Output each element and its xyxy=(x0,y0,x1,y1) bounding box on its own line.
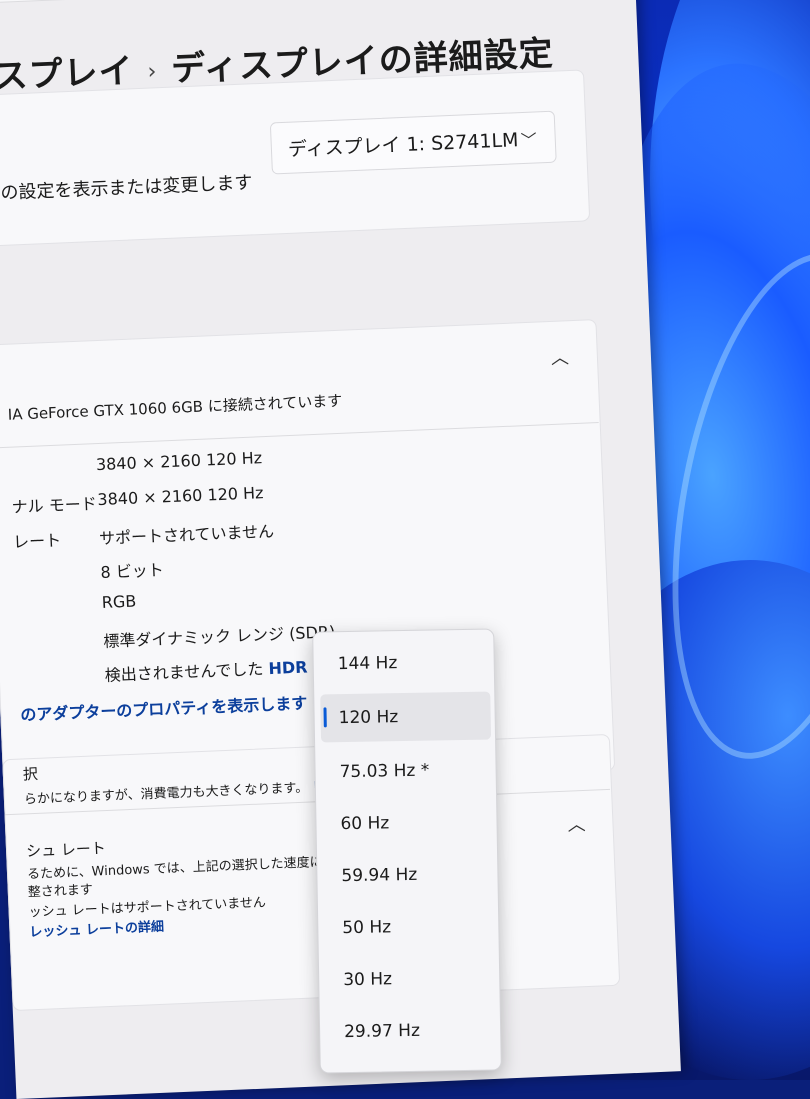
display-dropdown-value: ディスプレイ 1: S2741LM xyxy=(287,129,519,161)
refresh-option[interactable]: 50 Hz xyxy=(324,901,495,952)
refresh-option[interactable]: 60 Hz xyxy=(322,798,493,849)
refresh-option[interactable]: 144 Hz xyxy=(319,638,490,689)
dynamic-refresh-desc: 整されます xyxy=(27,882,94,901)
refresh-option[interactable]: 75.03 Hz * xyxy=(321,746,492,797)
info-row-value: RGB xyxy=(101,591,137,613)
info-row-label: レート xyxy=(12,530,62,552)
refresh-option[interactable]: 59.94 Hz xyxy=(323,849,494,900)
dynamic-refresh-title: シュ レート xyxy=(25,839,107,861)
refresh-option-selected[interactable]: 120 Hz xyxy=(320,691,492,743)
chevron-down-icon: ﹀ xyxy=(520,130,538,151)
search-box[interactable] xyxy=(0,0,273,4)
chevron-up-icon[interactable]: ︿ xyxy=(550,343,570,370)
info-row-value: 8 ビット xyxy=(100,560,165,583)
refresh-title: 択 xyxy=(22,764,39,784)
refresh-rate-dropdown[interactable]: 144 Hz 120 Hz 75.03 Hz * 60 Hz 59.94 Hz … xyxy=(312,628,502,1074)
info-row-label: ナル モード xyxy=(11,494,98,517)
chevron-up-icon[interactable]: ︿ xyxy=(567,810,586,837)
refresh-option[interactable]: 29.97 Hz xyxy=(326,1005,497,1056)
refresh-option[interactable]: 30 Hz xyxy=(325,953,496,1004)
breadcrumb-separator-icon: › xyxy=(147,59,158,85)
